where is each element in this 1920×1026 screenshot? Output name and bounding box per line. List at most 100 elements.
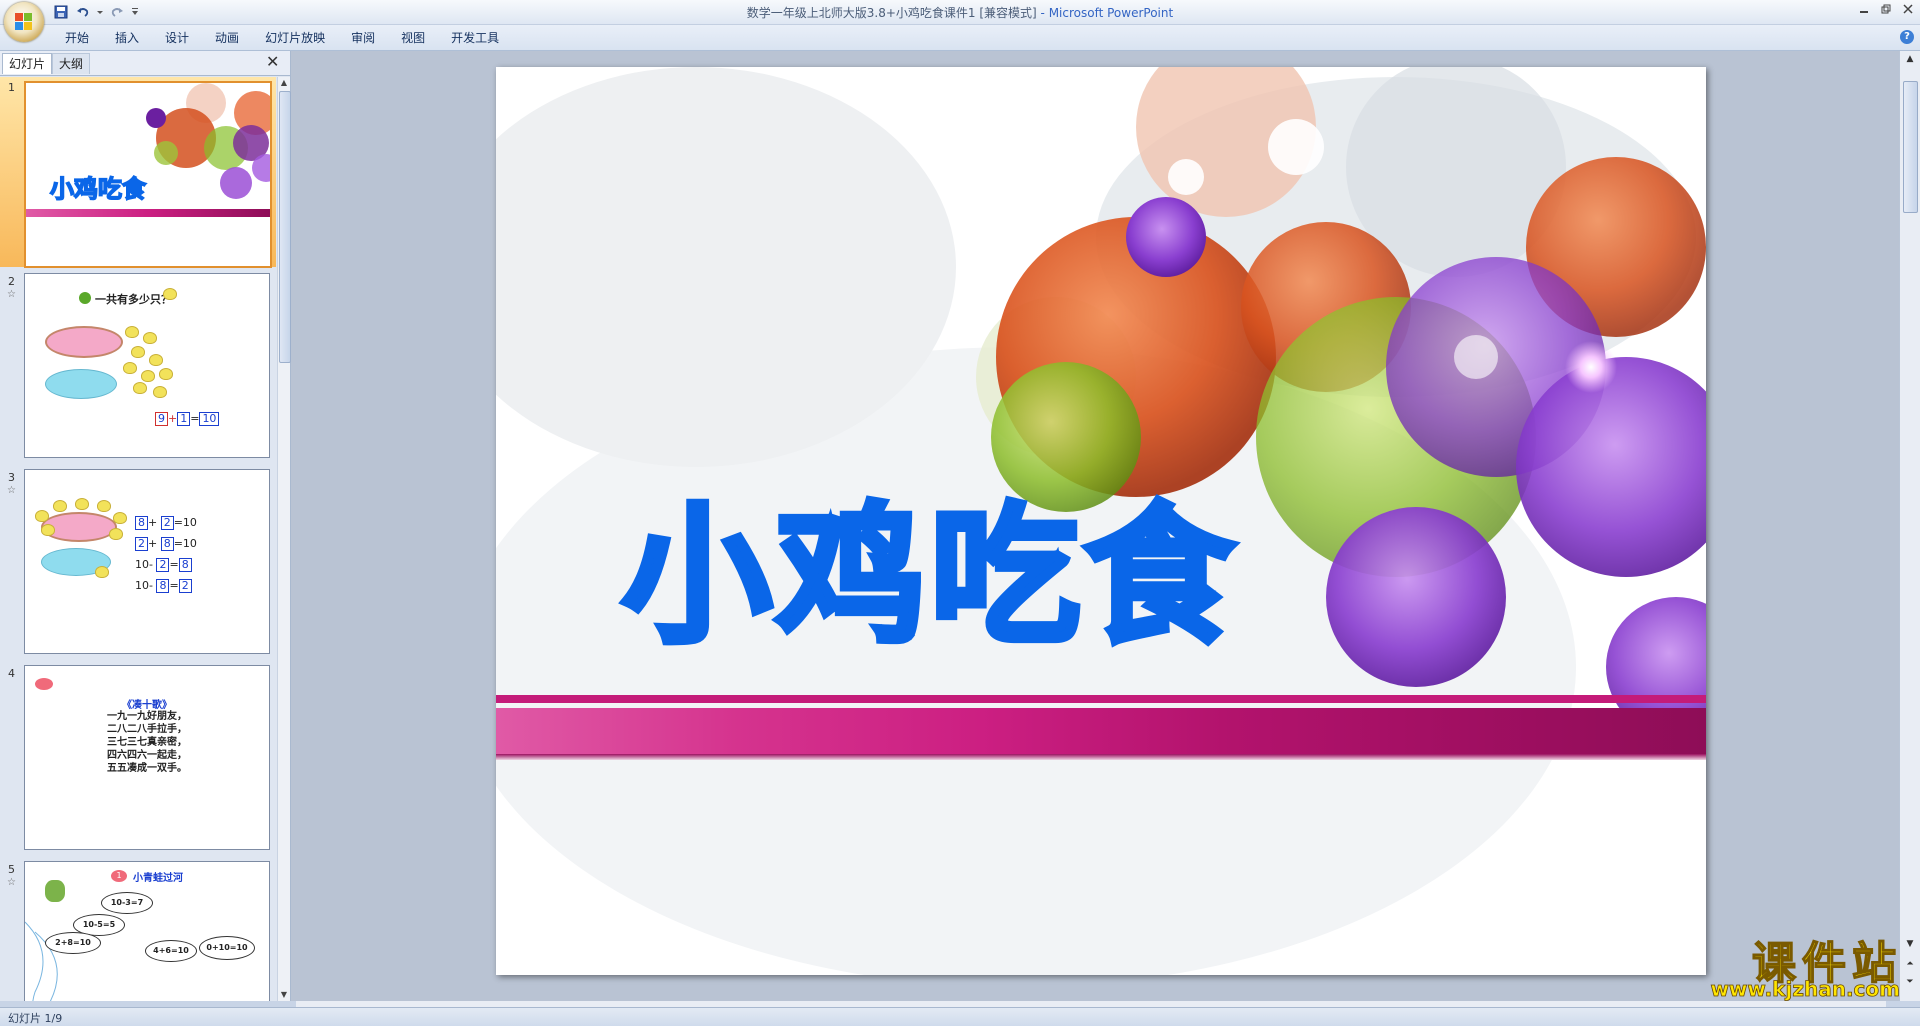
chick-icon: [53, 500, 67, 512]
equation: 8 + 2 =10: [135, 512, 197, 533]
slide-canvas: 小鸡吃食: [291, 51, 1900, 1001]
office-button[interactable]: [4, 2, 44, 42]
tab-slide-show[interactable]: 幻灯片放映: [252, 29, 338, 47]
slides-panel: 幻灯片 大纲 ✕ 1 小鸡吃食 2 ☆ 一共有多少只？ 9 + 1 = 10 3…: [0, 51, 291, 1001]
chick-icon: [95, 566, 109, 578]
equation-list: 8 + 2 =10 2 + 8 =10 10- 2 = 8 10- 8 = 2: [135, 512, 197, 596]
poem-title: 《凑十歌》: [122, 700, 172, 711]
slide-thumbnail-4[interactable]: 4 《凑十歌》 一九一九好朋友， 二八二八手拉手， 三七三七真亲密， 四六四六一…: [0, 663, 276, 853]
animation-star-icon: ☆: [7, 877, 16, 888]
office-logo-icon: [15, 13, 33, 31]
poem-line: 三七三七真亲密，: [107, 737, 187, 748]
magenta-band: [26, 209, 270, 217]
step-marker: 1: [111, 870, 127, 882]
minimize-icon[interactable]: [1858, 3, 1870, 15]
slide-thumbnail-1[interactable]: 1 小鸡吃食: [0, 77, 276, 268]
slide-number: 4: [8, 667, 15, 680]
poem-line: 二八二八手拉手，: [107, 724, 187, 735]
equation: 10- 8 = 2: [135, 575, 197, 596]
slide-thumbnail-image: 8 + 2 =10 2 + 8 =10 10- 2 = 8 10- 8 = 2: [24, 469, 270, 654]
tab-review[interactable]: 审阅: [338, 29, 388, 47]
restore-icon[interactable]: [1880, 3, 1892, 15]
vertical-scrollbar[interactable]: ▲ ▼ ⏶ ⏷: [1899, 51, 1920, 1001]
window-title: 数学一年级上北师大版3.8+小鸡吃食课件1 [兼容模式] - Microsoft…: [0, 4, 1920, 21]
slide-thumbnail-image: 一共有多少只？ 9 +1 = 10: [24, 273, 270, 458]
chick-icon: [141, 370, 155, 382]
animation-star-icon: ☆: [7, 485, 16, 496]
equation: 9 +1 = 10: [155, 412, 220, 426]
scroll-up-icon[interactable]: ▲: [278, 77, 290, 89]
slide-thumb-title: 小鸡吃食: [49, 174, 147, 204]
slide-thumbnail-image: 《凑十歌》 一九一九好朋友， 二八二八手拉手， 三七三七真亲密， 四六四六一起走…: [24, 665, 270, 850]
equation: 2 + 8 =10: [135, 533, 197, 554]
chick-icon: [143, 332, 157, 344]
slide-thumbnail-image: 1 小青蛙过河 10-3=7 10-5=5 2+8=10 4+6=10 0+10…: [24, 861, 270, 1001]
poem-lines: 一九一九好朋友， 二八二八手拉手， 三七三七真亲密， 四六四六一起走， 五五凑成…: [25, 710, 269, 775]
slide-thumbnails: 1 小鸡吃食 2 ☆ 一共有多少只？ 9 + 1 = 10 3 ☆ 8 + 2 …: [0, 77, 276, 1001]
slide-thumbnail-5[interactable]: 5 ☆ 1 小青蛙过河 10-3=7 10-5=5 2+8=10 4+6=10 …: [0, 859, 276, 1001]
poem-line: 四六四六一起走，: [107, 750, 187, 761]
magenta-band-shadow: [496, 754, 1706, 760]
slide-title[interactable]: 小鸡吃食: [619, 487, 1238, 667]
current-slide[interactable]: 小鸡吃食: [496, 67, 1706, 975]
slide-thumbnail-2[interactable]: 2 ☆ 一共有多少只？ 9 +1 = 10: [0, 271, 276, 461]
tab-outline[interactable]: 大纲: [52, 53, 91, 74]
chick-icon: [41, 524, 55, 536]
magenta-band: [496, 708, 1706, 754]
panel-tabs: 幻灯片 大纲 ✕: [0, 51, 290, 76]
bubble: 2+8=10: [45, 932, 101, 954]
slide-thumbnail-3[interactable]: 3 ☆ 8 + 2 =10 2 + 8 =10 10- 2 = 8 10- 8 = 2: [0, 467, 276, 657]
app-name: - Microsoft PowerPoint: [1036, 6, 1174, 20]
chick-icon: [35, 510, 49, 522]
document-title: 数学一年级上北师大版3.8+小鸡吃食课件1 [兼容模式]: [746, 6, 1037, 20]
watermark-url: www.kjzhan.com: [1710, 977, 1900, 1002]
chick-icon: [97, 500, 111, 512]
watermark: 课件站 www.kjzhan.com: [1670, 923, 1910, 1003]
chick-icon: [163, 288, 177, 300]
chick-icon: [75, 498, 89, 510]
scroll-down-icon[interactable]: ▼: [278, 989, 290, 1001]
tab-home[interactable]: 开始: [52, 29, 102, 47]
chick-icon: [153, 386, 167, 398]
chick-icon: [131, 346, 145, 358]
blue-plate: [45, 369, 117, 399]
scroll-thumb[interactable]: [279, 91, 291, 363]
tab-view[interactable]: 视图: [388, 29, 438, 47]
fish-icon: [35, 678, 53, 690]
tab-design[interactable]: 设计: [152, 29, 202, 47]
chick-icon: [125, 326, 139, 338]
slide-number: 2: [8, 275, 15, 288]
tab-insert[interactable]: 插入: [102, 29, 152, 47]
tab-slides[interactable]: 幻灯片: [2, 53, 53, 74]
bubble: 4+6=10: [145, 940, 197, 962]
equation: 10- 2 = 8: [135, 554, 197, 575]
bubble: 10-3=7: [101, 892, 153, 914]
chick-icon: [109, 528, 123, 540]
chick-icon: [159, 368, 173, 380]
tab-animations[interactable]: 动画: [202, 29, 252, 47]
pink-plate: [45, 326, 123, 358]
poem-line: 五五凑成一双手。: [107, 763, 187, 774]
bubble: 0+10=10: [199, 936, 255, 960]
help-icon[interactable]: ?: [1900, 30, 1914, 44]
status-bar: 幻灯片 1/9: [0, 1007, 1920, 1026]
slide-thumbnail-image: 小鸡吃食: [24, 81, 272, 268]
close-icon[interactable]: [1902, 3, 1914, 15]
ribbon: 开始 插入 设计 动画 幻灯片放映 审阅 视图 开发工具 ?: [0, 25, 1920, 51]
close-panel-icon[interactable]: ✕: [266, 54, 282, 70]
panel-scrollbar[interactable]: ▲ ▼: [277, 77, 291, 1001]
slide-counter: 幻灯片 1/9: [8, 1012, 63, 1025]
chick-icon: [123, 362, 137, 374]
slide-number: 3: [8, 471, 15, 484]
frog-icon: [45, 880, 65, 902]
green-dot-icon: [79, 292, 91, 304]
animation-star-icon: ☆: [7, 289, 16, 300]
scroll-up-icon[interactable]: ▲: [1903, 53, 1917, 66]
poem-line: 一九一九好朋友，: [107, 711, 187, 722]
magenta-line: [496, 695, 1706, 703]
slide-heading: 小青蛙过河: [133, 873, 183, 884]
tab-developer[interactable]: 开发工具: [438, 29, 512, 47]
scroll-thumb[interactable]: [1903, 81, 1918, 213]
chick-icon: [113, 512, 127, 524]
title-bar: 数学一年级上北师大版3.8+小鸡吃食课件1 [兼容模式] - Microsoft…: [0, 0, 1920, 42]
